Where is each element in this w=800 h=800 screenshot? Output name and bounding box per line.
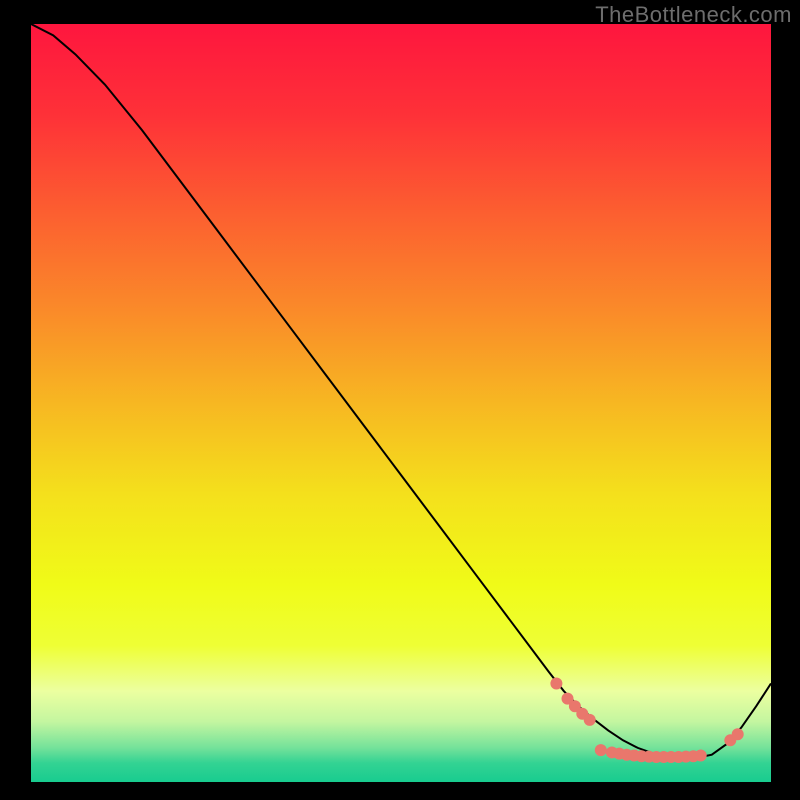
chart-marker — [584, 714, 596, 726]
watermark-text: TheBottleneck.com — [595, 2, 792, 28]
chart-gradient-bg — [31, 24, 771, 782]
chart-marker — [695, 749, 707, 761]
chart-marker — [732, 728, 744, 740]
chart-stage: TheBottleneck.com — [0, 0, 800, 800]
chart-plot-area — [31, 24, 771, 782]
chart-svg — [31, 24, 771, 782]
chart-marker — [550, 677, 562, 689]
chart-marker — [595, 744, 607, 756]
